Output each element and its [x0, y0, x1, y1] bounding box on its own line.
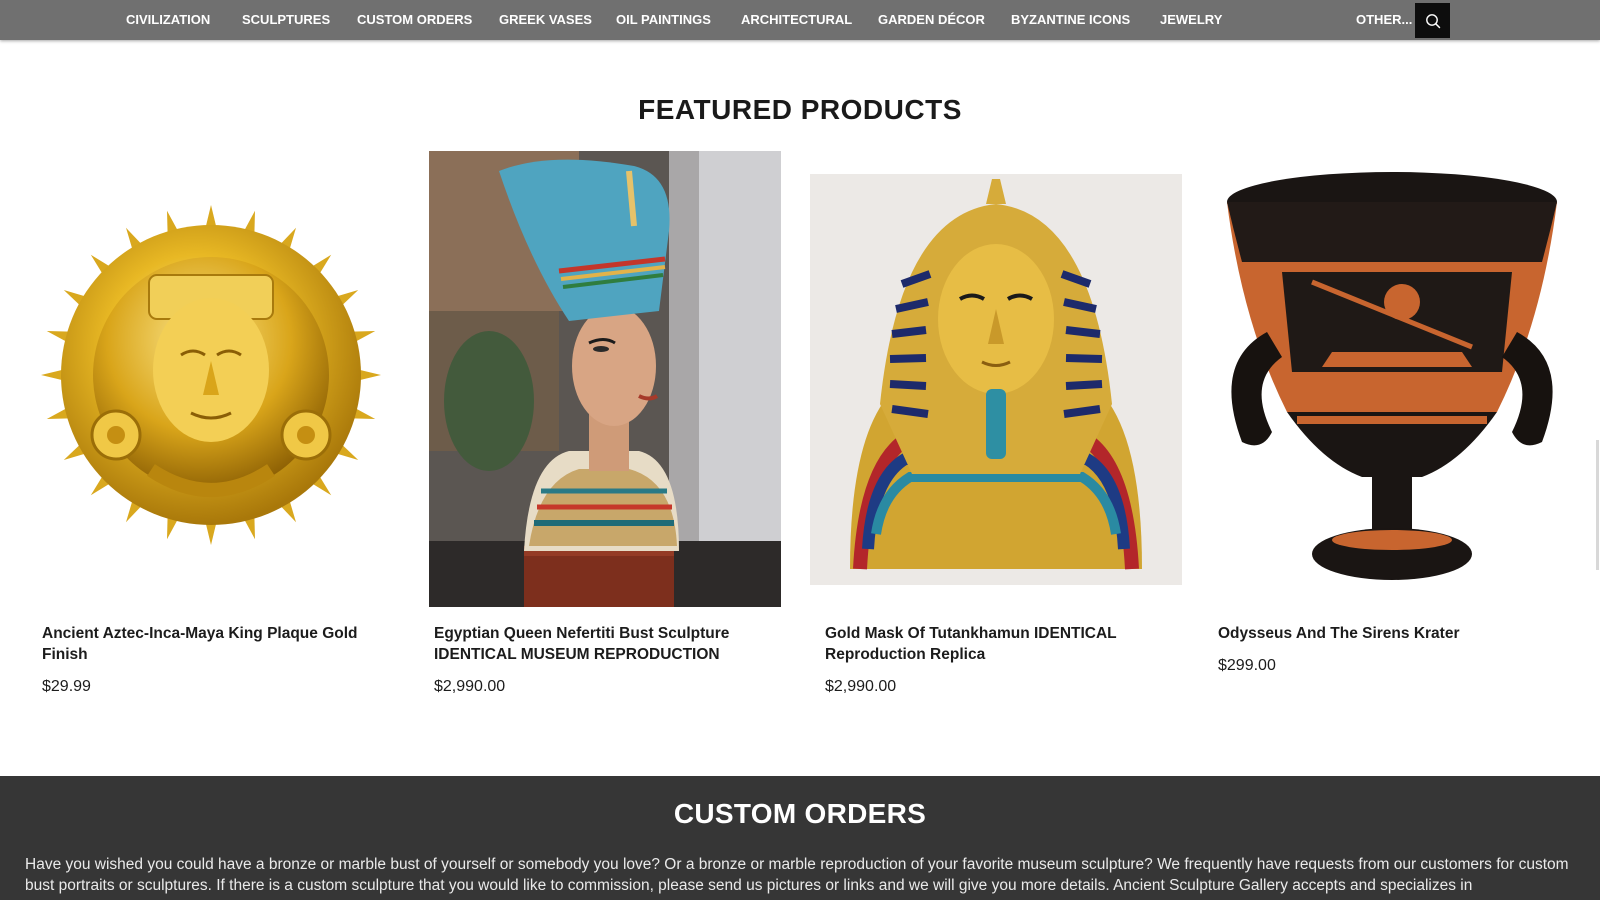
- nav-item-oil-paintings[interactable]: OIL PAINTINGS: [616, 0, 711, 40]
- product-name[interactable]: Gold Mask Of Tutankhamun IDENTICAL Repro…: [825, 623, 1165, 665]
- product-name[interactable]: Odysseus And The Sirens Krater: [1218, 623, 1558, 644]
- nav-item-civilization[interactable]: CIVILIZATION: [126, 0, 210, 40]
- custom-orders-description: Have you wished you could have a bronze …: [25, 856, 1569, 894]
- product-name[interactable]: Ancient Aztec-Inca-Maya King Plaque Gold…: [42, 623, 382, 665]
- nav-item-architectural[interactable]: ARCHITECTURAL: [741, 0, 852, 40]
- nav-item-other[interactable]: OTHER...: [1356, 0, 1412, 40]
- product-name[interactable]: Egyptian Queen Nefertiti Bust Sculpture …: [434, 623, 774, 665]
- product-image-aztec-plaque[interactable]: [32, 205, 390, 550]
- nav-item-garden-decor[interactable]: GARDEN DÉCOR: [878, 0, 985, 40]
- search-button[interactable]: [1415, 3, 1450, 38]
- custom-orders-title: CUSTOM ORDERS: [673, 798, 927, 829]
- nav-item-greek-vases[interactable]: GREEK VASES: [499, 0, 592, 40]
- search-icon: [1425, 13, 1440, 28]
- nav-item-byzantine-icons[interactable]: BYZANTINE ICONS: [1011, 0, 1130, 40]
- custom-orders-section: CUSTOM ORDERS Have you wished you could …: [0, 776, 1600, 900]
- nav-item-custom-orders[interactable]: CUSTOM ORDERS: [357, 0, 472, 40]
- product-price: $299.00: [1218, 657, 1276, 674]
- product-price: $2,990.00: [434, 678, 506, 695]
- top-navigation-bar: CIVILIZATION SCULPTURES CUSTOM ORDERS GR…: [0, 0, 1600, 40]
- product-price: $29.99: [42, 678, 91, 695]
- featured-products-title: FEATURED PRODUCTS: [638, 94, 962, 125]
- product-price: $2,990.00: [825, 678, 897, 695]
- product-image-tutankhamun-mask[interactable]: [810, 174, 1182, 585]
- product-image-nefertiti-bust[interactable]: [429, 151, 781, 607]
- nav-item-jewelry[interactable]: JEWELRY: [1160, 0, 1222, 40]
- nav-item-sculptures[interactable]: SCULPTURES: [242, 0, 330, 40]
- page-scrollbar[interactable]: [1596, 440, 1599, 570]
- product-image-sirens-krater[interactable]: [1222, 162, 1562, 592]
